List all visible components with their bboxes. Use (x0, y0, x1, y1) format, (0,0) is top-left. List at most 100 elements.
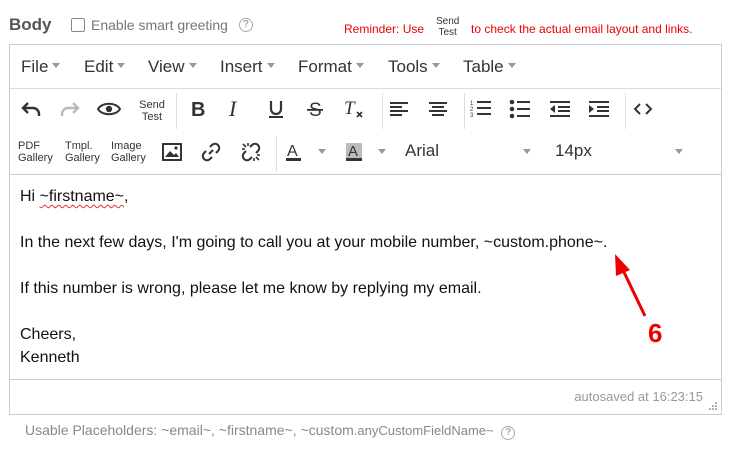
toolbar-divider (382, 93, 383, 129)
strikethrough-icon[interactable]: S (301, 95, 329, 123)
menu-edit[interactable]: Edit (84, 57, 126, 77)
align-center-icon[interactable] (424, 95, 452, 123)
image-icon[interactable] (158, 138, 186, 166)
image-gallery-button[interactable]: Image Gallery (111, 140, 151, 164)
menu-insert[interactable]: Insert (220, 57, 275, 77)
smart-greeting-checkbox[interactable] (71, 18, 85, 32)
numbered-list-icon[interactable]: 123 (467, 95, 495, 123)
image-gallery-line1: Image (111, 140, 142, 152)
placeholders-small-text: .anyCustomFieldName~ (353, 423, 494, 438)
toolbar-divider (625, 93, 626, 129)
svg-text:I: I (228, 100, 238, 118)
usable-placeholders-hint: Usable Placeholders: ~email~, ~firstname… (25, 422, 516, 440)
help-icon[interactable]: ? (239, 18, 253, 32)
font-size-select[interactable]: 14px (555, 141, 592, 161)
link-icon[interactable] (197, 138, 225, 166)
body-label: Body (9, 15, 52, 34)
align-left-icon[interactable] (385, 95, 413, 123)
greeting-suffix: , (124, 188, 129, 205)
menu-view-label: View (148, 57, 185, 76)
placeholders-text: Usable Placeholders: ~email~, ~firstname… (25, 422, 354, 438)
indent-icon[interactable] (585, 95, 613, 123)
tmpl-gallery-button[interactable]: Tmpl. Gallery (65, 140, 105, 164)
autosaved-status: autosaved at 16:23:15 (574, 389, 703, 404)
reminder-send-test-label: Send Test (436, 16, 459, 38)
body-header: Body Enable smart greeting ? Reminder: U… (0, 0, 730, 48)
menu-file-label: File (21, 57, 49, 76)
toolbar-divider (276, 136, 277, 172)
firstname-placeholder: ~firstname~ (39, 188, 125, 205)
editor-statusbar: autosaved at 16:23:15 (10, 381, 721, 414)
source-code-icon[interactable] (629, 95, 657, 123)
send-test-line1: Send (139, 99, 165, 111)
smart-greeting-label[interactable]: Enable smart greeting (91, 17, 228, 33)
unlink-icon[interactable] (237, 138, 265, 166)
undo-icon[interactable] (17, 95, 45, 123)
chevron-down-icon[interactable] (378, 149, 386, 154)
body-line-phone: In the next few days, I'm going to call … (20, 234, 608, 251)
chevron-down-icon (266, 63, 275, 69)
tmpl-gallery-line2: Gallery (65, 152, 100, 164)
annotation-number: 6 (648, 318, 663, 348)
outdent-icon[interactable] (546, 95, 574, 123)
font-family-select[interactable]: Arial (405, 141, 439, 161)
menu-table-label: Table (463, 57, 504, 76)
tmpl-gallery-line1: Tmpl. (65, 140, 93, 152)
body-line-wrong-number: If this number is wrong, please let me k… (20, 280, 482, 297)
menu-insert-label: Insert (220, 57, 263, 76)
pdf-gallery-button[interactable]: PDF Gallery (18, 140, 58, 164)
chevron-down-icon[interactable] (318, 149, 326, 154)
reminder-text: Reminder: Use (344, 22, 425, 36)
chevron-down-icon (188, 63, 197, 69)
svg-text:T: T (344, 99, 356, 119)
menu-tools[interactable]: Tools (388, 57, 440, 77)
greeting-line: Hi ~firstname~, (20, 185, 711, 208)
editor-content[interactable]: Hi ~firstname~, In the next few days, I'… (10, 174, 721, 380)
image-gallery-line2: Gallery (111, 152, 146, 164)
rich-text-editor: File Edit View Insert Format Tools Table… (9, 44, 722, 415)
toolbar-divider (464, 93, 465, 129)
chevron-down-icon[interactable] (675, 149, 683, 154)
chevron-down-icon (52, 63, 61, 69)
menu-edit-label: Edit (84, 57, 114, 76)
send-test-button[interactable]: Send Test (137, 99, 167, 123)
svg-text:3: 3 (470, 113, 474, 119)
resize-handle-icon[interactable] (708, 401, 718, 411)
greeting-prefix: Hi (20, 188, 40, 205)
signoff-line: Cheers, (20, 326, 77, 343)
background-color-icon[interactable]: A (340, 138, 368, 166)
preview-eye-icon[interactable] (95, 95, 123, 123)
svg-text:A: A (287, 143, 298, 160)
help-icon[interactable]: ? (501, 426, 516, 440)
menu-view[interactable]: View (148, 57, 197, 77)
chevron-down-icon[interactable] (523, 149, 531, 154)
menu-table[interactable]: Table (463, 57, 516, 77)
toolbar-divider (176, 93, 177, 129)
bullet-list-icon[interactable] (506, 95, 534, 123)
reminder-send-line2: Test (438, 27, 457, 38)
chevron-down-icon (507, 63, 516, 69)
underline-icon[interactable] (262, 95, 290, 123)
chevron-down-icon (355, 63, 364, 69)
menu-format[interactable]: Format (298, 57, 364, 77)
svg-text:B: B (191, 100, 205, 118)
menu-file[interactable]: File (21, 57, 61, 77)
chevron-down-icon (117, 63, 126, 69)
menu-format-label: Format (298, 57, 352, 76)
redo-icon[interactable] (56, 95, 84, 123)
signature-line: Kenneth (20, 349, 80, 366)
reminder-send-line1: Send (436, 16, 460, 27)
send-test-line2: Test (141, 111, 163, 123)
italic-icon[interactable]: I (222, 95, 250, 123)
pdf-gallery-line2: Gallery (18, 152, 53, 164)
reminder-text-tail: to check the actual email layout and lin… (471, 22, 693, 36)
clear-format-icon[interactable]: T (340, 95, 368, 123)
bold-icon[interactable]: B (184, 95, 212, 123)
pdf-gallery-line1: PDF (18, 140, 40, 152)
chevron-down-icon (431, 63, 440, 69)
text-color-icon[interactable]: A (280, 138, 308, 166)
menu-tools-label: Tools (388, 57, 428, 76)
